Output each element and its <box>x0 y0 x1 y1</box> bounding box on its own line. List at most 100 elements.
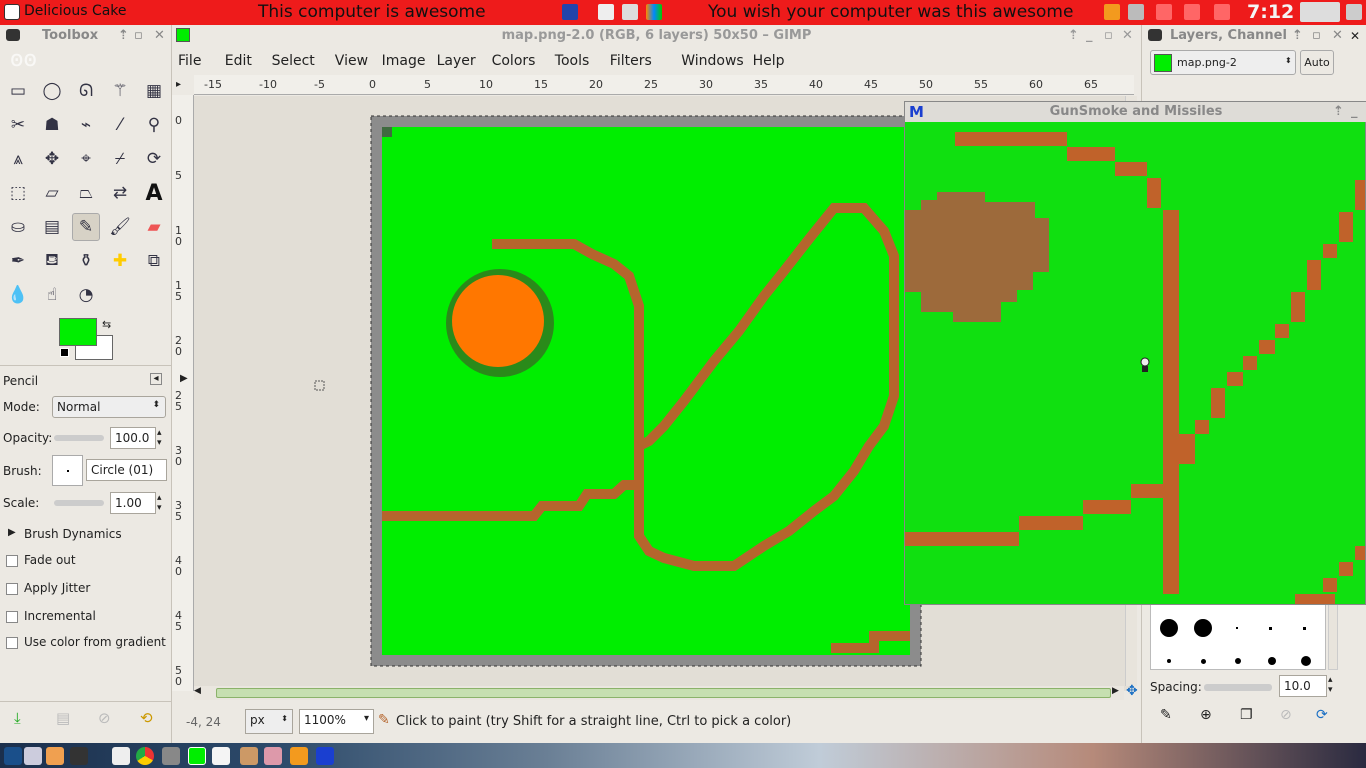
gunsmoke-window[interactable]: M GunSmoke and Missiles ⇡ _ <box>904 101 1366 605</box>
zoom-icon[interactable]: ⚲ <box>140 111 168 139</box>
perspective-icon[interactable]: ⏢ <box>72 179 100 207</box>
show-desktop-icon[interactable] <box>24 747 42 765</box>
paths-icon[interactable]: ⌁ <box>72 111 100 139</box>
maximize-icon[interactable]: ▫ <box>1312 28 1321 43</box>
menu-icon[interactable] <box>4 4 20 20</box>
folder-icon[interactable] <box>46 747 64 765</box>
maximize-icon[interactable]: ▫ <box>1104 25 1113 47</box>
horizontal-ruler[interactable]: -15 -10 -5 0 5 10 15 20 25 30 35 40 45 50 55 60 65 <box>194 75 1134 95</box>
bucket-fill-icon[interactable]: ⛀ <box>4 213 32 241</box>
app-window-icon[interactable] <box>162 747 180 765</box>
fade-out-checkbox[interactable] <box>6 555 18 567</box>
flag-icon[interactable] <box>562 4 578 20</box>
brush-dot[interactable] <box>1167 659 1171 663</box>
pin-icon[interactable]: ⇡ <box>1292 28 1303 43</box>
delete-options-icon[interactable]: ⊘ <box>98 709 111 727</box>
brush-circle-large[interactable] <box>1160 619 1178 637</box>
menu-help[interactable]: Help <box>753 53 785 69</box>
crossed-tools-icon[interactable] <box>1104 4 1120 20</box>
lasso-icon[interactable]: ᘏ <box>72 77 100 105</box>
save-options-icon[interactable]: ⤓ <box>14 709 21 727</box>
move-icon[interactable]: ✥ <box>38 145 66 173</box>
ruler-corner-icon[interactable]: ▸ <box>176 79 181 90</box>
terminal-icon[interactable] <box>70 747 88 765</box>
foreground-select-icon[interactable]: ☗ <box>38 111 66 139</box>
eraser-icon[interactable]: ▰ <box>140 213 168 241</box>
heal-icon[interactable]: ✚ <box>106 247 134 275</box>
horizontal-scrollbar[interactable]: ◀ ▶ <box>194 686 1124 700</box>
brushes-scrollbar[interactable] <box>1328 604 1338 670</box>
menu-image[interactable]: Image <box>382 53 426 69</box>
scroll-thumb[interactable] <box>216 688 1111 698</box>
opacity-input[interactable]: 100.0 <box>110 427 156 449</box>
delete-brush-icon[interactable]: ⊘ <box>1280 707 1292 723</box>
scale-slider[interactable] <box>54 500 104 506</box>
brush-dot[interactable] <box>1235 658 1241 664</box>
refresh-brushes-icon[interactable]: ⟳ <box>1316 707 1328 723</box>
reset-options-icon[interactable]: ⟲ <box>140 709 153 727</box>
tool-options-menu-icon[interactable]: ◂ <box>150 373 162 385</box>
volume-icon[interactable] <box>1184 4 1200 20</box>
expander-arrow-icon[interactable]: ▶ <box>8 527 16 538</box>
menu-windows[interactable]: Windows <box>681 53 744 69</box>
opacity-slider[interactable] <box>54 435 104 441</box>
color-select-icon[interactable]: ▦ <box>140 77 168 105</box>
rect-select-icon[interactable]: ▭ <box>4 77 32 105</box>
menu-tools[interactable]: Tools <box>555 53 590 69</box>
settings-icon[interactable] <box>1128 4 1144 20</box>
spacing-spinner[interactable]: ▴ ▾ <box>1328 675 1333 695</box>
blur-icon[interactable]: 💧 <box>4 281 32 309</box>
crop-icon[interactable]: ⌿ <box>106 145 134 173</box>
rotate-icon[interactable]: ⟳ <box>140 145 168 173</box>
auto-button[interactable]: Auto <box>1300 50 1334 75</box>
color-icon[interactable] <box>646 4 662 20</box>
wifi-icon[interactable] <box>1214 4 1230 20</box>
apply-jitter-checkbox[interactable] <box>6 583 18 595</box>
menu-icon[interactable] <box>4 747 22 765</box>
menu-filters[interactable]: Filters <box>610 53 652 69</box>
game-viewport[interactable] <box>905 122 1365 604</box>
chrome-icon[interactable] <box>136 747 154 765</box>
brush-dot[interactable] <box>1268 657 1276 665</box>
stamp-icon[interactable] <box>240 747 258 765</box>
minimize-icon[interactable]: _ <box>1086 25 1093 47</box>
ink-icon[interactable]: ⛾ <box>38 247 66 275</box>
use-color-gradient-checkbox[interactable] <box>6 637 18 649</box>
gunsmoke-task-icon[interactable] <box>316 747 334 765</box>
power-icon[interactable] <box>1346 4 1362 20</box>
spacing-slider[interactable] <box>1204 684 1272 691</box>
duplicate-brush-icon[interactable]: ❐ <box>1240 707 1253 723</box>
text-icon[interactable]: A <box>140 179 168 207</box>
scale-icon[interactable]: ⬚ <box>4 179 32 207</box>
edit-brush-icon[interactable]: ✎ <box>1160 707 1172 723</box>
pin-icon[interactable]: ⇡ <box>1333 102 1344 122</box>
brush-dot[interactable] <box>1303 627 1306 630</box>
swap-colors-icon[interactable]: ⇆ <box>102 318 111 331</box>
perspective-clone-icon[interactable]: ⧉ <box>140 247 168 275</box>
maximize-icon[interactable]: ▫ <box>134 28 143 43</box>
collapse-icon[interactable]: ✕ <box>1350 29 1360 43</box>
menu-view[interactable]: View <box>335 53 368 69</box>
airbrush-icon[interactable]: ✒ <box>4 247 32 275</box>
clone-icon[interactable]: ⚱ <box>72 247 100 275</box>
default-colors-icon[interactable] <box>60 348 69 357</box>
pencil-icon[interactable]: ✎ <box>72 213 100 241</box>
mode-select[interactable]: Normal ⬍ <box>52 396 166 418</box>
blend-icon[interactable]: ▤ <box>38 213 66 241</box>
brush-circle-large[interactable] <box>1194 619 1212 637</box>
align-icon[interactable]: ⌖ <box>72 145 100 173</box>
vertical-ruler[interactable]: 0 5 1 0 1 5 2 0 2 5 3 0 3 5 4 0 4 5 5 0 <box>172 95 194 691</box>
ellipse-select-icon[interactable]: ◯ <box>38 77 66 105</box>
dodge-burn-icon[interactable]: ◔ <box>72 281 100 309</box>
brush-preview[interactable] <box>52 455 83 486</box>
color-picker-icon[interactable]: ⁄ <box>106 111 134 139</box>
brush-name-field[interactable]: Circle (01) <box>86 459 167 481</box>
image-select[interactable]: map.png-2 ⬍ <box>1150 50 1296 75</box>
menu-edit[interactable]: Edit <box>225 53 252 69</box>
workspace-switcher-icon[interactable] <box>1300 2 1340 22</box>
pin-icon[interactable]: ⇡ <box>118 28 129 43</box>
brand-label[interactable]: Delicious Cake <box>24 3 127 19</box>
brush-dot[interactable] <box>1201 659 1206 664</box>
pin-icon[interactable]: ⇡ <box>1068 25 1079 47</box>
flip-icon[interactable]: ⇄ <box>106 179 134 207</box>
